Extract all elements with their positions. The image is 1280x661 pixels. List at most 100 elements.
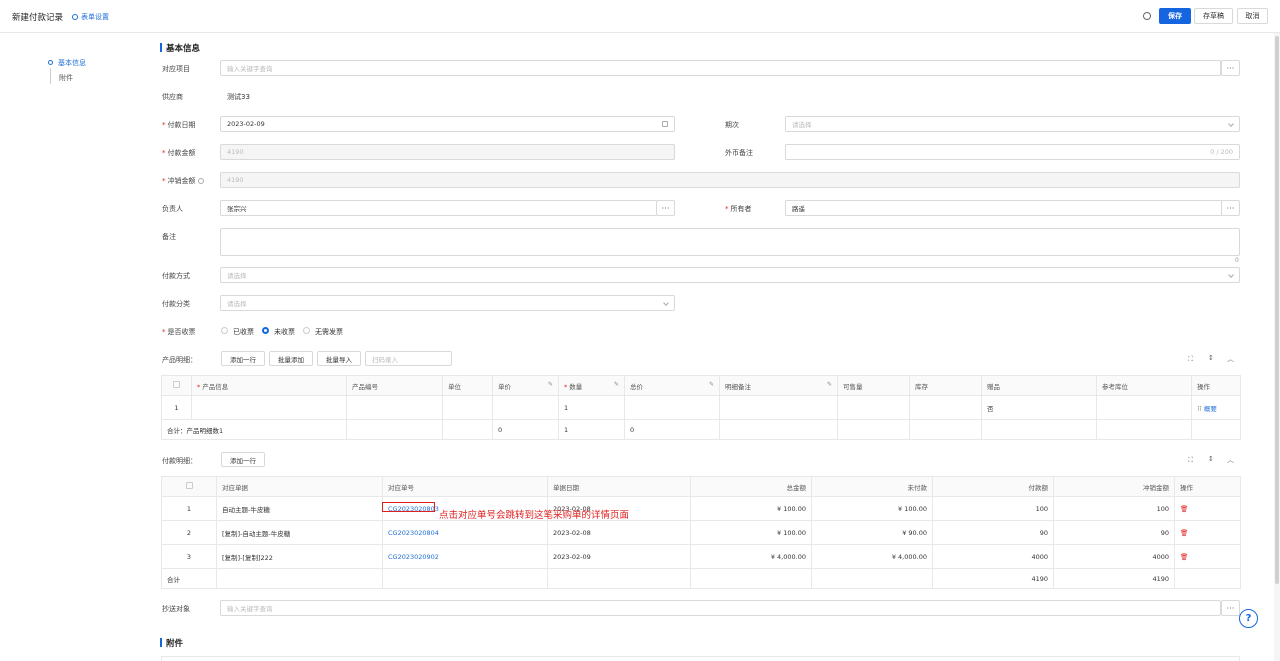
invoice-radio-received[interactable] <box>221 327 228 334</box>
col-product-no: 产品编号 <box>346 375 443 396</box>
col-product-info: * 产品信息 <box>191 375 347 396</box>
col-total-price: 总价 ✎ <box>624 375 720 396</box>
cc-more-button[interactable]: ··· <box>1221 600 1240 616</box>
product-total-row: 合计：产品明细数1 0 1 0 <box>161 419 1241 440</box>
fx-remark-input[interactable]: 0 / 200 <box>785 144 1240 160</box>
fullscreen-icon[interactable]: ⛶ <box>1188 456 1193 465</box>
pay-amount-label: * 付款金额 <box>162 149 196 157</box>
nav-item-basic[interactable]: 基本信息 <box>48 58 86 68</box>
select-all-checkbox[interactable] <box>185 482 193 489</box>
expand-icon[interactable]: ↕ <box>1208 354 1214 362</box>
paid-cell[interactable]: 100 <box>932 496 1054 521</box>
project-input[interactable]: 输入关键字查询 <box>220 60 1221 76</box>
owner-more-button[interactable]: ··· <box>656 200 675 216</box>
form-settings-link[interactable]: 表单设置 <box>72 12 109 22</box>
payment-table-header: 对应单据 对应单号 单据日期 总金额 未付款 付款额 冲销金额 操作 <box>161 476 1241 497</box>
nav-divider <box>50 68 51 84</box>
pay-amount-input: 4190 <box>220 144 675 160</box>
project-label: 对应项目 <box>162 65 190 73</box>
product-info-cell[interactable] <box>191 395 347 420</box>
payment-add-row-button[interactable]: 添加一行 <box>221 452 265 467</box>
active-dot-icon <box>48 60 53 65</box>
delete-icon[interactable]: 🗑 <box>1180 529 1188 537</box>
col-paid: 付款额 <box>932 476 1054 497</box>
supplier-label: 供应商 <box>162 93 183 101</box>
product-add-row-button[interactable]: 添加一行 <box>221 351 265 366</box>
product-batch-add-button[interactable]: 批量添加 <box>269 351 313 366</box>
gift-cell: 否 <box>981 395 1097 420</box>
payment-table: 对应单据 对应单号 单据日期 总金额 未付款 付款额 冲销金额 操作 1 自动主… <box>161 476 1241 589</box>
payment-detail-label: 付款明细： <box>162 457 197 465</box>
offset-cell[interactable]: 100 <box>1053 496 1175 521</box>
col-unit-price: 单价 ✎ <box>492 375 559 396</box>
expand-icon[interactable]: ↕ <box>1208 455 1214 463</box>
help-icon-button[interactable]: ? <box>1239 609 1258 628</box>
col-total: 总金额 <box>690 476 812 497</box>
holder-input[interactable]: 路遥 <box>785 200 1222 216</box>
doc-no-link[interactable]: CG2023020804 <box>388 529 439 537</box>
fullscreen-icon[interactable]: ⛶ <box>1188 355 1193 364</box>
edit-icon: ✎ <box>708 380 714 388</box>
calendar-icon <box>662 121 668 127</box>
attachment-area <box>161 656 1240 661</box>
paid-cell[interactable]: 4000 <box>932 544 1054 569</box>
product-table: * 产品信息 产品编号 单位 单价 ✎ * 数量 ✎ 总价 ✎ 明细备注 ✎ 可售量 库存 … <box>161 375 1241 440</box>
pay-date-input[interactable]: 2023-02-09 <box>220 116 675 132</box>
invoice-radio-not-received[interactable] <box>262 327 269 334</box>
product-batch-import-button[interactable]: 批量导入 <box>317 351 361 366</box>
table-row: 1 自动主题-牛皮糖 CG2023020803 2023-02-08 ¥ 100… <box>161 496 1241 521</box>
remark-label: 备注 <box>162 233 176 241</box>
product-detail-label: 产品明细： <box>162 356 197 364</box>
paid-cell[interactable]: 90 <box>932 520 1054 545</box>
qty-cell[interactable]: 1 <box>558 395 625 420</box>
chevron-down-icon <box>1228 121 1234 127</box>
section-basic-title: 基本信息 <box>159 43 201 54</box>
payment-total-row: 合计 4190 4190 <box>161 568 1241 589</box>
fx-remark-label: 外币备注 <box>725 149 753 157</box>
offset-cell[interactable]: 4000 <box>1053 544 1175 569</box>
project-more-button[interactable]: ··· <box>1221 60 1240 76</box>
period-select[interactable]: 请选择 <box>785 116 1240 132</box>
draft-button[interactable]: 存草稿 <box>1194 8 1233 24</box>
remark-count: 0 <box>1235 257 1239 264</box>
cancel-button[interactable]: 取消 <box>1237 8 1268 24</box>
nav-item-attachment[interactable]: 附件 <box>59 73 73 83</box>
invoice-opt-not-received: 未收票 <box>274 328 295 336</box>
delete-icon[interactable]: 🗑 <box>1180 553 1188 561</box>
holder-more-button[interactable]: ··· <box>1221 200 1240 216</box>
delete-icon[interactable]: 🗑 <box>1180 505 1188 513</box>
scan-input[interactable]: 扫码录入 <box>365 351 452 366</box>
col-remark: 明细备注 ✎ <box>719 375 838 396</box>
info-icon[interactable] <box>1143 12 1151 20</box>
invoice-opt-received: 已收票 <box>233 328 254 336</box>
collapse-icon[interactable]: ︿ <box>1227 455 1234 465</box>
col-unpaid: 未付款 <box>811 476 933 497</box>
pay-class-select[interactable]: 请选择 <box>220 295 675 311</box>
edit-icon: ✎ <box>547 380 553 388</box>
select-all-checkbox[interactable] <box>173 381 180 388</box>
summary-link[interactable]: 概要 <box>1204 405 1217 413</box>
offset-input: 4190 <box>220 172 1240 188</box>
remark-textarea[interactable] <box>220 228 1240 256</box>
help-icon <box>197 178 204 184</box>
invoice-label: * 是否收票 <box>162 328 196 336</box>
col-doc: 对应单据 <box>216 476 383 497</box>
left-nav-panel <box>0 33 146 661</box>
cc-input[interactable]: 输入关键字查询 <box>220 600 1221 616</box>
cc-label: 抄送对象 <box>162 605 190 613</box>
drag-handle-icon[interactable]: ⠿ <box>1197 405 1202 413</box>
offset-cell[interactable]: 90 <box>1053 520 1175 545</box>
collapse-icon[interactable]: ︿ <box>1227 354 1234 364</box>
doc-no-link[interactable]: CG2023020902 <box>388 553 439 561</box>
scrollbar-thumb[interactable] <box>1275 36 1279 584</box>
table-row: 1 1 否 ⠿ 概要 <box>161 395 1241 420</box>
pay-method-select[interactable]: 请选择 <box>220 267 1240 283</box>
col-op: 操作 <box>1191 375 1241 396</box>
save-button[interactable]: 保存 <box>1159 8 1191 24</box>
invoice-radio-none[interactable] <box>303 327 310 334</box>
chevron-down-icon <box>663 300 669 306</box>
product-table-header: * 产品信息 产品编号 单位 单价 ✎ * 数量 ✎ 总价 ✎ 明细备注 ✎ 可售量 库存 … <box>161 375 1241 396</box>
section-attachment-title: 附件 <box>159 638 184 649</box>
col-op: 操作 <box>1174 476 1241 497</box>
owner-input[interactable]: 张宗兴 <box>220 200 657 216</box>
